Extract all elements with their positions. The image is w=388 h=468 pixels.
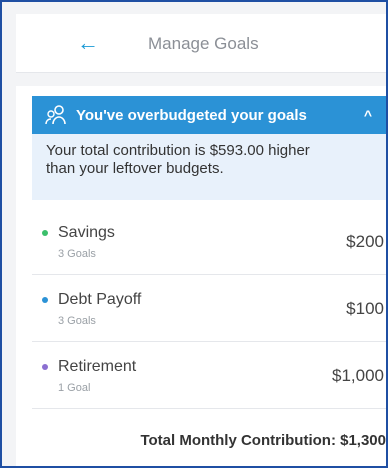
alert-title: You've overbudgeted your goals <box>76 106 307 124</box>
people-icon <box>45 105 66 125</box>
total-monthly-contribution: Total Monthly Contribution: $1,300 <box>140 432 386 449</box>
status-dot <box>42 230 48 236</box>
goal-name: Savings <box>58 224 115 241</box>
goal-row-retirement[interactable]: Retirement 1 Goal $1,000 <box>32 342 386 409</box>
top-header: ← Manage Goals <box>16 14 386 73</box>
chevron-up-icon[interactable]: ^ <box>364 107 372 123</box>
goal-count: 3 Goals <box>58 248 96 260</box>
app-frame: ← Manage Goals You've overbudgeted your … <box>0 0 388 468</box>
alert-message: Your total contribution is $593.00 highe… <box>32 134 386 200</box>
status-dot <box>42 297 48 303</box>
status-dot <box>42 364 48 370</box>
alert-message-line: Your total contribution is $593.00 highe… <box>46 142 310 159</box>
back-button[interactable]: ← <box>72 30 104 56</box>
overbudget-alert-header[interactable]: You've overbudgeted your goals ^ <box>32 96 386 134</box>
goal-row-debt-payoff[interactable]: Debt Payoff 3 Goals $100 <box>32 275 386 342</box>
goal-amount: $100 <box>346 299 384 318</box>
goal-count: 3 Goals <box>58 315 96 327</box>
goal-name: Retirement <box>58 358 137 375</box>
goal-count: 1 Goal <box>58 382 91 394</box>
goal-amount: $1,000 <box>332 366 384 385</box>
alert-message-line: than your leftover budgets. <box>46 160 224 177</box>
goals-content: You've overbudgeted your goals ^ Your to… <box>16 86 386 466</box>
page-title: Manage Goals <box>148 34 259 53</box>
goal-name: Debt Payoff <box>58 291 142 308</box>
goals-list: Savings 3 Goals $200 Debt Payoff 3 Goals… <box>32 208 386 409</box>
goal-row-savings[interactable]: Savings 3 Goals $200 <box>32 208 386 275</box>
goal-amount: $200 <box>346 232 384 251</box>
arrow-left-icon: ← <box>77 30 99 55</box>
